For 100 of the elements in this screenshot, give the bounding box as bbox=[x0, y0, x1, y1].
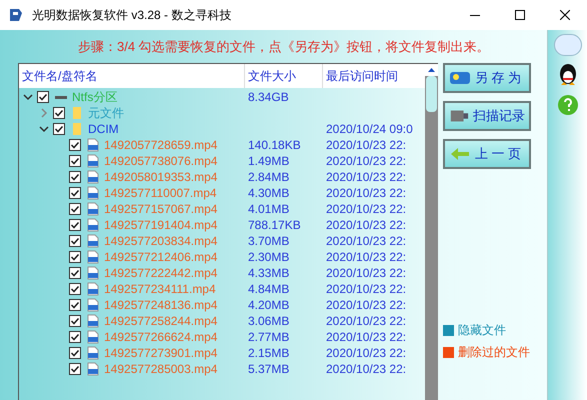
scan-button[interactable]: 扫描记录 bbox=[443, 101, 531, 131]
checkbox[interactable] bbox=[69, 155, 81, 167]
access-time: 2020/10/23 22: bbox=[326, 346, 406, 360]
file-size: 4.84MB bbox=[248, 282, 290, 296]
file-name[interactable]: 1492577212406.mp4 bbox=[104, 248, 218, 266]
file-name[interactable]: 1492577157067.mp4 bbox=[104, 200, 218, 218]
checkbox[interactable] bbox=[69, 299, 81, 311]
checkbox[interactable] bbox=[37, 91, 49, 103]
checkbox[interactable] bbox=[69, 203, 81, 215]
folder-name[interactable]: DCIM bbox=[88, 120, 119, 138]
video-file-icon bbox=[86, 346, 100, 360]
access-time: 2020/10/23 22: bbox=[326, 234, 406, 248]
scrollbar[interactable] bbox=[425, 64, 438, 400]
file-name[interactable]: 1492577248136.mp4 bbox=[104, 296, 218, 314]
folder-icon bbox=[70, 122, 84, 136]
file-name[interactable]: 1492577222442.mp4 bbox=[104, 264, 218, 282]
chevron-down-icon[interactable] bbox=[23, 92, 33, 102]
file-name[interactable]: 1492577273901.mp4 bbox=[104, 344, 218, 362]
video-file-icon bbox=[86, 218, 100, 232]
access-time: 2020/10/23 22: bbox=[326, 186, 406, 200]
file-size: 4.01MB bbox=[248, 202, 290, 216]
access-time: 2020/10/23 22: bbox=[326, 282, 406, 296]
file-name[interactable]: 1492057738076.mp4 bbox=[104, 152, 218, 170]
legend-label: 隐藏文件 bbox=[458, 322, 506, 339]
checkbox[interactable] bbox=[53, 123, 65, 135]
file-name[interactable]: 1492058019353.mp4 bbox=[104, 168, 218, 186]
scroll-thumb[interactable] bbox=[426, 76, 437, 112]
checkbox[interactable] bbox=[69, 315, 81, 327]
file-name[interactable]: 1492577234111.mp4 bbox=[104, 280, 216, 298]
checkbox[interactable] bbox=[69, 347, 81, 359]
folder-icon bbox=[70, 106, 84, 120]
video-file-icon bbox=[86, 234, 100, 248]
checkbox[interactable] bbox=[69, 219, 81, 231]
video-file-icon bbox=[86, 170, 100, 184]
access-time: 2020/10/23 22: bbox=[326, 154, 406, 168]
file-size: 3.70MB bbox=[248, 234, 290, 248]
file-name[interactable]: 1492577110007.mp4 bbox=[104, 184, 217, 202]
file-size: 1.49MB bbox=[248, 154, 290, 168]
file-name[interactable]: 1492577258244.mp4 bbox=[104, 312, 218, 330]
access-time: 2020/10/23 22: bbox=[326, 362, 406, 376]
app-icon bbox=[8, 7, 24, 23]
video-file-icon bbox=[86, 266, 100, 280]
video-file-icon bbox=[86, 298, 100, 312]
file-size: 4.30MB bbox=[248, 186, 290, 200]
file-size: 3.06MB bbox=[248, 314, 290, 328]
column-header[interactable]: 文件大小 bbox=[245, 64, 323, 88]
file-size: 2.15MB bbox=[248, 346, 290, 360]
video-file-icon bbox=[86, 138, 100, 152]
file-name[interactable]: 1492577203834.mp4 bbox=[104, 232, 218, 250]
column-header[interactable]: 文件名/盘符名 bbox=[19, 64, 245, 88]
access-time: 2020/10/23 22: bbox=[326, 170, 406, 184]
chevron-down-icon[interactable] bbox=[39, 124, 49, 134]
file-name[interactable]: 1492577266624.mp4 bbox=[104, 328, 218, 346]
access-time: 2020/10/23 22: bbox=[326, 266, 406, 280]
checkbox[interactable] bbox=[69, 235, 81, 247]
help-icon[interactable] bbox=[556, 94, 578, 116]
step-instruction: 步骤：3/4 勾选需要恢复的文件，点《另存为》按钮，将文件复制出来。 bbox=[77, 38, 491, 56]
scroll-up-icon[interactable] bbox=[425, 64, 438, 76]
file-size: 140.18KB bbox=[248, 138, 301, 152]
file-size: 788.17KB bbox=[248, 218, 301, 232]
access-time: 2020/10/23 22: bbox=[326, 330, 406, 344]
checkbox[interactable] bbox=[69, 363, 81, 375]
checkbox[interactable] bbox=[69, 267, 81, 279]
file-size: 4.20MB bbox=[248, 298, 290, 312]
checkbox[interactable] bbox=[69, 331, 81, 343]
video-file-icon bbox=[86, 186, 100, 200]
access-time: 2020/10/23 22: bbox=[326, 138, 406, 152]
file-size: 2.84MB bbox=[248, 170, 290, 184]
file-size: 4.33MB bbox=[248, 266, 290, 280]
checkbox[interactable] bbox=[69, 171, 81, 183]
checkbox[interactable] bbox=[69, 251, 81, 263]
video-file-icon bbox=[86, 362, 100, 376]
video-file-icon bbox=[86, 314, 100, 328]
checkbox[interactable] bbox=[69, 139, 81, 151]
window-title: 光明数据恢复软件 v3.28 - 数之寻科技 bbox=[32, 7, 232, 24]
file-size: 2.30MB bbox=[248, 250, 290, 264]
back-button[interactable]: 上 一 页 bbox=[443, 139, 531, 169]
checkbox[interactable] bbox=[69, 187, 81, 199]
file-size: 2.77MB bbox=[248, 330, 290, 344]
access-time: 2020/10/23 22: bbox=[326, 250, 406, 264]
file-size: 8.34GB bbox=[248, 90, 289, 104]
maximize-icon bbox=[514, 10, 524, 20]
video-file-icon bbox=[86, 250, 100, 264]
file-name[interactable]: 1492577285003.mp4 bbox=[104, 360, 218, 378]
close-icon bbox=[560, 10, 570, 20]
file-name[interactable]: 1492057728659.mp4 bbox=[104, 136, 218, 154]
folder-name[interactable]: 元文件 bbox=[88, 104, 124, 122]
minimize-icon bbox=[470, 14, 480, 16]
access-time: 2020/10/24 09:0 bbox=[326, 122, 413, 136]
access-time: 2020/10/23 22: bbox=[326, 218, 406, 232]
video-file-icon bbox=[86, 202, 100, 216]
file-size: 5.37MB bbox=[248, 362, 290, 376]
file-name[interactable]: 1492577191404.mp4 bbox=[104, 216, 218, 234]
save-button[interactable]: 另 存 为 bbox=[443, 63, 531, 93]
video-file-icon bbox=[86, 330, 100, 344]
video-file-icon bbox=[86, 282, 100, 296]
access-time: 2020/10/23 22: bbox=[326, 202, 406, 216]
drive-name[interactable]: Ntfs分区 bbox=[72, 88, 118, 106]
checkbox[interactable] bbox=[53, 107, 65, 119]
checkbox[interactable] bbox=[69, 283, 81, 295]
